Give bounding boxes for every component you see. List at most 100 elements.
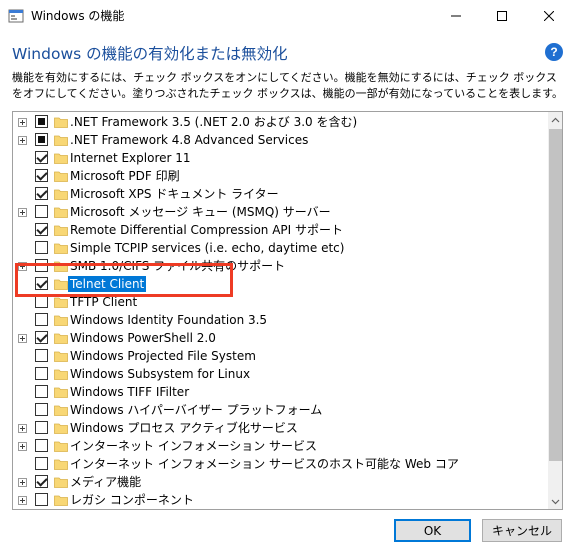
- maximize-icon: [497, 10, 507, 21]
- feature-row[interactable]: Windows ハイパーバイザー プラットフォーム: [13, 401, 547, 419]
- feature-label: Windows Identity Foundation 3.5: [70, 313, 268, 327]
- feature-row[interactable]: .NET Framework 3.5 (.NET 2.0 および 3.0 を含む…: [13, 113, 547, 131]
- folder-icon: [54, 297, 68, 308]
- feature-label: Microsoft PDF 印刷: [70, 169, 180, 183]
- folder-icon: [54, 315, 68, 326]
- feature-checkbox[interactable]: [35, 421, 48, 434]
- scroll-down-button[interactable]: [548, 494, 562, 509]
- scroll-up-button[interactable]: [548, 112, 562, 127]
- feature-checkbox[interactable]: [35, 367, 48, 380]
- feature-row[interactable]: Microsoft メッセージ キュー (MSMQ) サーバー: [13, 203, 547, 221]
- feature-checkbox[interactable]: [35, 169, 48, 182]
- chevron-up-icon: [551, 117, 560, 122]
- feature-checkbox[interactable]: [35, 133, 48, 146]
- feature-checkbox[interactable]: [35, 151, 48, 164]
- feature-label: Microsoft メッセージ キュー (MSMQ) サーバー: [70, 205, 331, 219]
- minimize-icon: [451, 15, 461, 16]
- feature-row[interactable]: Remote Differential Compression API サポート: [13, 221, 547, 239]
- expand-plus-icon[interactable]: [18, 478, 27, 487]
- folder-icon: [54, 225, 68, 236]
- feature-row[interactable]: Microsoft XPS ドキュメント ライター: [13, 185, 547, 203]
- feature-label: .NET Framework 4.8 Advanced Services: [70, 133, 309, 147]
- feature-checkbox[interactable]: [35, 223, 48, 236]
- feature-label: Remote Differential Compression API サポート: [70, 223, 344, 237]
- folder-icon: [54, 423, 68, 434]
- feature-label: レガシ コンポーネント: [70, 493, 194, 507]
- window-title: Windows の機能: [31, 9, 125, 23]
- folder-icon: [54, 477, 68, 488]
- expand-plus-icon[interactable]: [18, 442, 27, 451]
- feature-label: インターネット インフォメーション サービス: [70, 439, 318, 453]
- folder-icon: [54, 459, 68, 470]
- feature-checkbox[interactable]: [35, 241, 48, 254]
- help-icon[interactable]: ?: [545, 43, 563, 61]
- feature-checkbox[interactable]: [35, 205, 48, 218]
- feature-label: Windows Projected File System: [70, 349, 256, 363]
- feature-row[interactable]: インターネット インフォメーション サービス: [13, 437, 547, 455]
- feature-label: Simple TCPIP services (i.e. echo, daytim…: [70, 241, 345, 255]
- folder-icon: [54, 405, 68, 416]
- feature-row[interactable]: Internet Explorer 11: [13, 149, 547, 167]
- feature-row[interactable]: インターネット インフォメーション サービスのホスト可能な Web コア: [13, 455, 547, 473]
- dialog-description: 機能を有効にするには、チェック ボックスをオンにしてください。機能を無効にするに…: [12, 71, 563, 100]
- feature-label: メディア機能: [70, 475, 142, 489]
- feature-row[interactable]: .NET Framework 4.8 Advanced Services: [13, 131, 547, 149]
- feature-checkbox[interactable]: [35, 313, 48, 326]
- feature-row[interactable]: Windows プロセス アクティブ化サービス: [13, 419, 547, 437]
- folder-icon: [54, 369, 68, 380]
- chevron-down-icon: [551, 499, 560, 504]
- expand-plus-icon[interactable]: [18, 118, 27, 127]
- feature-checkbox[interactable]: [35, 385, 48, 398]
- feature-row[interactable]: Windows Identity Foundation 3.5: [13, 311, 547, 329]
- folder-icon: [54, 387, 68, 398]
- feature-label: Windows ハイパーバイザー プラットフォーム: [70, 403, 323, 417]
- windows-features-app-icon: [8, 9, 24, 23]
- feature-row[interactable]: Microsoft PDF 印刷: [13, 167, 547, 185]
- folder-icon: [54, 441, 68, 452]
- feature-label: .NET Framework 3.5 (.NET 2.0 および 3.0 を含む…: [70, 115, 358, 129]
- feature-row[interactable]: Windows PowerShell 2.0: [13, 329, 547, 347]
- feature-row[interactable]: Windows Subsystem for Linux: [13, 365, 547, 383]
- folder-icon: [54, 135, 68, 146]
- close-button[interactable]: [526, 0, 572, 31]
- ok-button[interactable]: OK: [394, 519, 471, 542]
- feature-checkbox[interactable]: [35, 331, 48, 344]
- folder-icon: [54, 171, 68, 182]
- minimize-button[interactable]: [433, 0, 479, 31]
- feature-row[interactable]: レガシ コンポーネント: [13, 491, 547, 509]
- expand-plus-icon[interactable]: [18, 208, 27, 217]
- title-bar: Windows の機能: [0, 0, 572, 31]
- folder-icon: [54, 495, 68, 506]
- feature-row[interactable]: Windows TIFF IFilter: [13, 383, 547, 401]
- feature-label: Microsoft XPS ドキュメント ライター: [70, 187, 279, 201]
- maximize-button[interactable]: [479, 0, 525, 31]
- folder-icon: [54, 189, 68, 200]
- expand-plus-icon[interactable]: [18, 496, 27, 505]
- feature-checkbox[interactable]: [35, 349, 48, 362]
- feature-checkbox[interactable]: [35, 403, 48, 416]
- expand-plus-icon[interactable]: [18, 334, 27, 343]
- feature-row[interactable]: メディア機能: [13, 473, 547, 491]
- feature-row[interactable]: Simple TCPIP services (i.e. echo, daytim…: [13, 239, 547, 257]
- cancel-button[interactable]: キャンセル: [482, 519, 562, 542]
- scroll-thumb[interactable]: [549, 129, 562, 461]
- close-icon: [544, 10, 554, 21]
- feature-row[interactable]: Windows Projected File System: [13, 347, 547, 365]
- dialog-heading: Windows の機能の有効化または無効化: [12, 45, 288, 63]
- feature-checkbox[interactable]: [35, 457, 48, 470]
- folder-icon: [54, 333, 68, 344]
- folder-icon: [54, 243, 68, 254]
- feature-checkbox[interactable]: [35, 475, 48, 488]
- feature-label: Windows TIFF IFilter: [70, 385, 190, 399]
- feature-checkbox[interactable]: [35, 493, 48, 506]
- feature-label: Windows Subsystem for Linux: [70, 367, 251, 381]
- vertical-scrollbar[interactable]: [548, 112, 562, 509]
- feature-checkbox[interactable]: [35, 115, 48, 128]
- feature-checkbox[interactable]: [35, 439, 48, 452]
- expand-plus-icon[interactable]: [18, 136, 27, 145]
- expand-plus-icon[interactable]: [18, 424, 27, 433]
- folder-icon: [54, 207, 68, 218]
- features-tree[interactable]: .NET Framework 3.5 (.NET 2.0 および 3.0 を含む…: [12, 111, 563, 510]
- feature-label: Windows PowerShell 2.0: [70, 331, 216, 345]
- feature-checkbox[interactable]: [35, 187, 48, 200]
